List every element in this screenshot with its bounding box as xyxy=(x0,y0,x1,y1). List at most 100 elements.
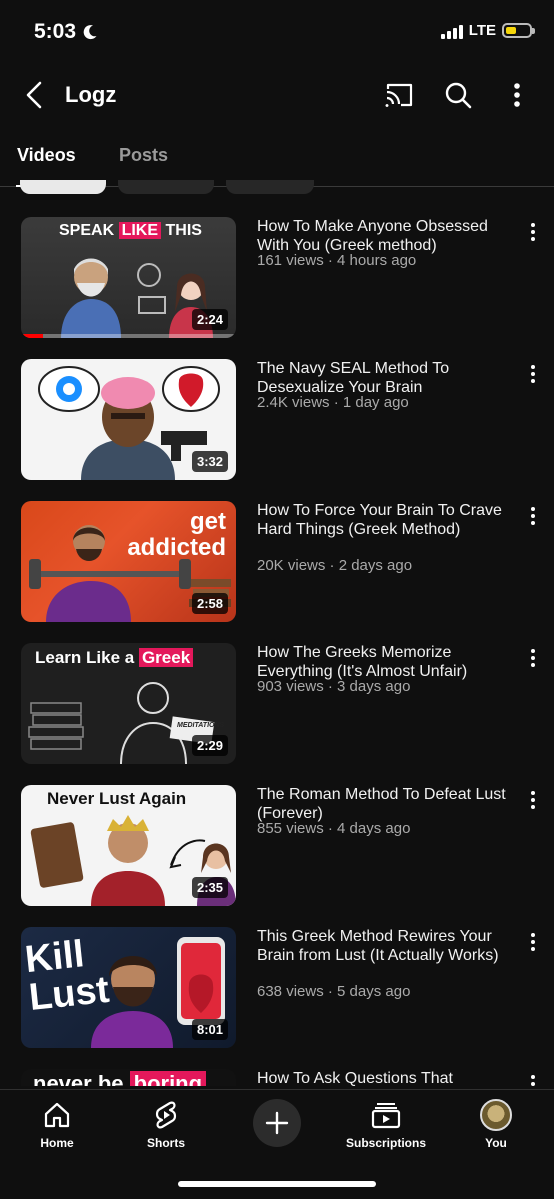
video-meta: 855 views · 4 days ago xyxy=(257,820,411,837)
video-more-button[interactable] xyxy=(524,221,542,243)
dot xyxy=(531,237,535,242)
watch-progress-bar xyxy=(21,334,43,338)
nav-you[interactable]: You xyxy=(446,1098,546,1150)
video-row[interactable]: 3:32 The Navy SEAL Method To Desexualize… xyxy=(0,359,554,481)
moon-icon xyxy=(83,25,97,40)
plus-icon xyxy=(265,1111,289,1135)
video-title[interactable]: How To Force Your Brain To Crave Hard Th… xyxy=(257,501,517,539)
time-text: 5:03 xyxy=(34,20,77,43)
video-row[interactable]: Learn Like a Greek MEDITATIONS 2:29 How … xyxy=(0,643,554,765)
channel-tabs: Videos Posts xyxy=(0,130,554,187)
dot xyxy=(531,1074,535,1079)
video-more-button[interactable] xyxy=(524,789,542,811)
video-more-button[interactable] xyxy=(524,363,542,385)
network-label: LTE xyxy=(468,22,496,39)
video-meta: 20K views · 2 days ago xyxy=(257,557,413,574)
video-row[interactable]: Kill Lust 8:01 This Greek Method Rewires… xyxy=(0,927,554,1049)
dot xyxy=(531,364,535,369)
dot xyxy=(531,947,535,952)
nav-you-label: You xyxy=(485,1136,507,1150)
nav-home-label: Home xyxy=(40,1136,74,1150)
subscriptions-icon xyxy=(336,1098,436,1132)
status-time: 5:03 xyxy=(34,20,98,44)
video-duration: 2:24 xyxy=(191,309,228,330)
dot xyxy=(531,790,535,795)
page-title: Logz xyxy=(65,82,117,107)
signal-icon xyxy=(440,23,463,39)
dot xyxy=(531,222,535,227)
video-thumbnail[interactable]: never be boring xyxy=(21,1069,236,1086)
video-row[interactable]: get addicted 2:58 How To Force Your Brai… xyxy=(0,501,554,623)
nav-home[interactable]: Home xyxy=(7,1098,107,1150)
watch-progress-track xyxy=(21,334,236,338)
video-thumbnail[interactable]: Learn Like a Greek MEDITATIONS 2:29 xyxy=(21,643,236,764)
video-title[interactable]: How The Greeks Memorize Everything (It's… xyxy=(257,643,517,681)
app-bar: Logz xyxy=(0,64,554,126)
filter-chip-latest[interactable] xyxy=(20,180,106,194)
screen: 5:03 LTE Logz Videos Posts SPEAK LIKE TH… xyxy=(0,0,554,1199)
video-thumbnail[interactable]: get addicted 2:58 xyxy=(21,501,236,622)
video-duration: 2:29 xyxy=(191,735,228,756)
nav-shorts-label: Shorts xyxy=(146,1136,185,1150)
avatar-wrapper xyxy=(446,1098,546,1132)
video-more-button[interactable] xyxy=(524,1073,542,1086)
video-thumbnail[interactable]: Never Lust Again 2:35 xyxy=(21,785,236,906)
thumbnail-caption: Kill Lust xyxy=(23,933,112,1019)
video-meta: 638 views · 5 days ago xyxy=(257,983,411,1000)
book-label: MEDITATIONS xyxy=(177,722,225,729)
search-button[interactable] xyxy=(441,78,475,112)
video-meta: 161 views · 4 hours ago xyxy=(257,252,417,269)
dot xyxy=(531,797,535,802)
search-icon xyxy=(445,82,472,109)
tab-posts[interactable]: Posts xyxy=(119,145,168,166)
video-row[interactable]: Never Lust Again 2:35 The Roman Method T… xyxy=(0,785,554,907)
video-row[interactable]: SPEAK LIKE THIS 2:24 How To Make Anyone … xyxy=(0,217,554,339)
dot xyxy=(531,506,535,511)
dot xyxy=(531,648,535,653)
thumbnail-caption: get addicted xyxy=(127,508,226,561)
video-list: SPEAK LIKE THIS 2:24 How To Make Anyone … xyxy=(0,196,554,1086)
video-more-button[interactable] xyxy=(524,647,542,669)
video-meta: 903 views · 3 days ago xyxy=(257,678,411,695)
create-button[interactable] xyxy=(253,1099,301,1147)
home-indicator[interactable] xyxy=(178,1181,376,1187)
video-thumbnail[interactable]: 3:32 xyxy=(21,359,236,480)
shorts-icon xyxy=(116,1098,216,1132)
nav-subscriptions-label: Subscriptions xyxy=(345,1136,426,1150)
video-title[interactable]: This Greek Method Rewires Your Brain fro… xyxy=(257,927,517,965)
dot xyxy=(531,379,535,384)
avatar xyxy=(480,1099,512,1131)
video-thumbnail[interactable]: SPEAK LIKE THIS 2:24 xyxy=(21,217,236,338)
video-thumbnail[interactable]: Kill Lust 8:01 xyxy=(21,927,236,1048)
nav-shorts[interactable]: Shorts xyxy=(116,1098,216,1150)
nav-subscriptions[interactable]: Subscriptions xyxy=(336,1098,436,1150)
dot xyxy=(531,805,535,810)
thumbnail-caption: never be boring xyxy=(33,1071,207,1086)
cast-icon xyxy=(385,83,413,107)
video-row[interactable]: never be boring How To Ask Questions Tha… xyxy=(0,1069,554,1086)
video-title[interactable]: The Navy SEAL Method To Desexualize Your… xyxy=(257,359,517,397)
back-button[interactable] xyxy=(18,78,50,112)
battery-fill xyxy=(506,27,516,34)
dot xyxy=(531,521,535,526)
dot xyxy=(531,663,535,668)
tab-videos[interactable]: Videos xyxy=(17,145,76,166)
back-icon xyxy=(26,81,42,109)
video-duration: 2:35 xyxy=(191,877,228,898)
video-more-button[interactable] xyxy=(524,505,542,527)
video-duration: 2:58 xyxy=(191,593,228,614)
filter-chip-popular[interactable] xyxy=(118,180,214,194)
video-title[interactable]: The Roman Method To Defeat Lust (Forever… xyxy=(257,785,517,823)
video-more-button[interactable] xyxy=(524,931,542,953)
filter-chip-oldest[interactable] xyxy=(226,180,314,194)
video-duration: 8:01 xyxy=(191,1019,228,1040)
video-meta: 2.4K views · 1 day ago xyxy=(257,394,409,411)
dot xyxy=(531,229,535,234)
home-icon xyxy=(7,1098,107,1132)
dot xyxy=(531,513,535,518)
video-title[interactable]: How To Make Anyone Obsessed With You (Gr… xyxy=(257,217,517,255)
more-options-button[interactable] xyxy=(500,78,534,112)
cast-button[interactable] xyxy=(382,78,416,112)
dot xyxy=(531,939,535,944)
video-title[interactable]: How To Ask Questions That xyxy=(257,1069,517,1086)
